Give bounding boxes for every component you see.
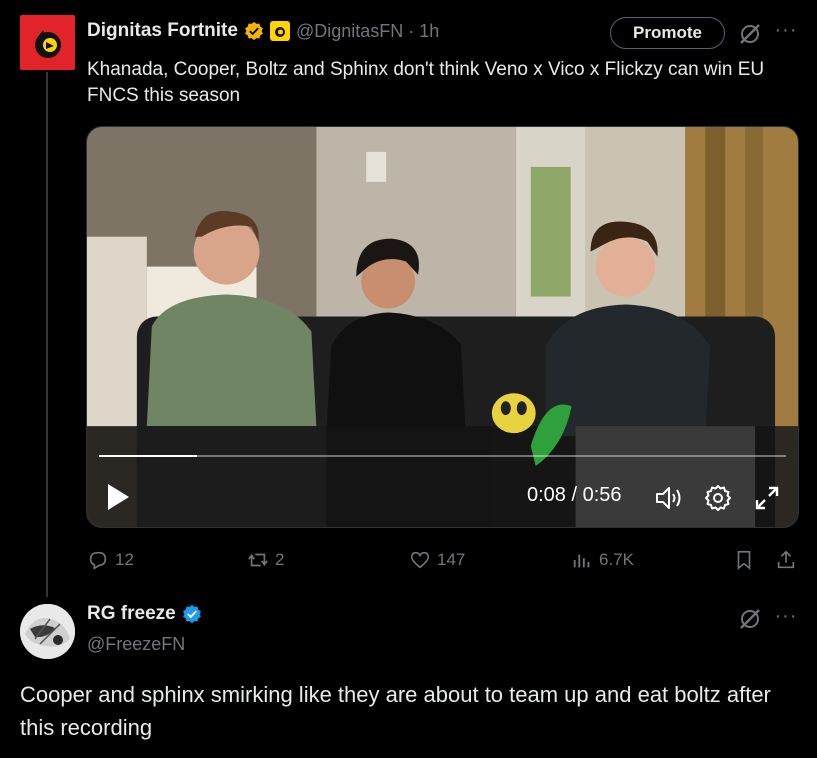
verified-blue-icon[interactable] xyxy=(182,604,202,624)
video-frame xyxy=(87,127,798,527)
grok-icon[interactable] xyxy=(738,22,762,46)
promote-button[interactable]: Promote xyxy=(610,17,725,49)
handle[interactable]: @FreezeFN xyxy=(87,634,185,655)
tweet-text: Cooper and sphinx smirking like they are… xyxy=(20,682,771,740)
display-name[interactable]: RG freeze xyxy=(87,603,176,625)
repost-icon xyxy=(248,553,268,567)
more-icon[interactable]: ··· xyxy=(773,20,799,44)
reply-count: 12 xyxy=(115,550,134,569)
views-button[interactable]: 6.7K xyxy=(571,545,634,575)
bookmark-icon xyxy=(737,550,751,571)
like-count: 147 xyxy=(437,550,466,569)
fullscreen-icon[interactable] xyxy=(753,484,781,512)
view-count: 6.7K xyxy=(599,550,634,569)
video-player[interactable]: 0:08 / 0:56 xyxy=(86,126,799,528)
share-button[interactable] xyxy=(775,545,797,575)
reply-button[interactable]: 12 xyxy=(87,545,134,575)
grok-icon[interactable] xyxy=(738,607,762,631)
volume-icon[interactable] xyxy=(654,484,684,512)
verified-gold-icon[interactable] xyxy=(244,21,264,41)
reply-icon xyxy=(89,551,107,570)
bookmark-button[interactable] xyxy=(733,545,755,575)
tweet-header: Dignitas Fortnite @DignitasFN · 1h xyxy=(87,17,439,45)
handle-and-time[interactable]: @DignitasFN · 1h xyxy=(296,21,439,42)
settings-icon[interactable] xyxy=(703,483,733,513)
progress-fill xyxy=(99,455,198,457)
share-icon xyxy=(777,550,795,569)
progress-bar[interactable] xyxy=(99,455,786,457)
play-icon[interactable] xyxy=(105,482,131,512)
avatar-image xyxy=(20,604,75,659)
like-icon xyxy=(410,551,430,569)
like-button[interactable]: 147 xyxy=(409,545,465,575)
affiliate-badge-icon[interactable] xyxy=(269,21,290,41)
avatar[interactable] xyxy=(20,15,75,70)
thread-line xyxy=(46,72,48,597)
display-name[interactable]: Dignitas Fortnite xyxy=(87,20,238,42)
tweet-header: RG freeze xyxy=(87,603,202,625)
more-icon[interactable]: ··· xyxy=(773,606,799,630)
dignitas-logo-icon xyxy=(34,29,61,58)
views-icon xyxy=(573,554,590,568)
avatar[interactable] xyxy=(20,604,75,659)
repost-count: 2 xyxy=(275,550,285,569)
repost-button[interactable]: 2 xyxy=(247,545,284,575)
video-time: 0:08 / 0:56 xyxy=(527,484,622,506)
tweet-text: Khanada, Cooper, Boltz and Sphinx don't … xyxy=(87,59,765,106)
